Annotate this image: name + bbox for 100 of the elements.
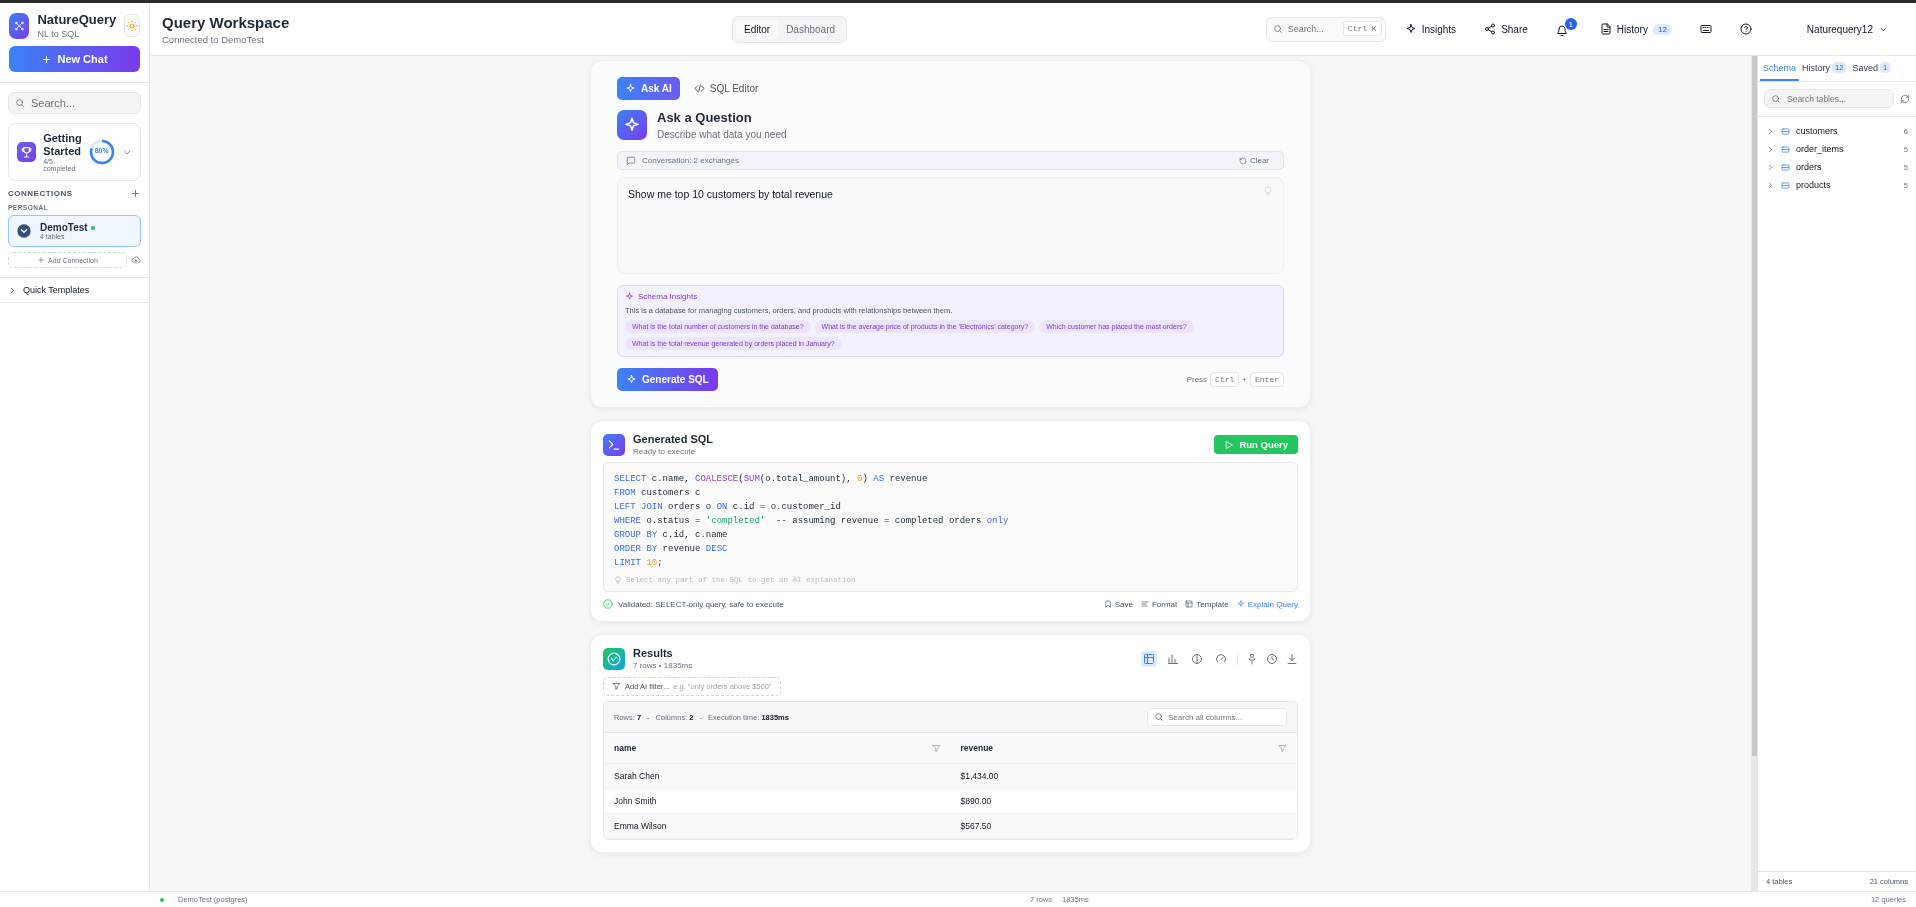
conversation-count: Conversation: 2 exchanges bbox=[642, 156, 739, 165]
column-header[interactable]: name bbox=[604, 733, 951, 763]
save-button[interactable]: Save bbox=[1103, 599, 1133, 609]
pin-icon bbox=[1246, 652, 1258, 665]
connection-name: DemoTest bbox=[40, 222, 88, 233]
table-view-button[interactable] bbox=[1141, 650, 1157, 667]
sparkle-icon bbox=[626, 374, 637, 385]
code-icon bbox=[693, 83, 705, 94]
page-title: Query Workspace bbox=[162, 13, 291, 31]
lightbulb-icon bbox=[1263, 186, 1273, 196]
user-menu[interactable]: Naturequery12 bbox=[1800, 22, 1894, 36]
sql-code-editor[interactable] bbox=[603, 462, 1298, 592]
share-icon bbox=[1484, 23, 1497, 35]
table-cell-text: $1,434.00 bbox=[959, 770, 1000, 783]
code-line: WHERE o.status = 'completed' -- assuming revenue = completed orders only bbox=[614, 515, 1010, 528]
card-title: Results bbox=[633, 647, 674, 659]
sparkle-icon bbox=[625, 292, 634, 301]
notifications-button[interactable]: 1 bbox=[1549, 17, 1578, 41]
share-button[interactable]: Share bbox=[1478, 19, 1534, 39]
explain-query-link[interactable]: Explain Query bbox=[1236, 599, 1298, 609]
history-button[interactable]: History 12 bbox=[1593, 19, 1678, 39]
code-line: ORDER BY revenue DESC bbox=[614, 543, 729, 556]
view-tab[interactable]: Editor bbox=[736, 19, 779, 39]
table-cell-text: $890.00 bbox=[959, 795, 993, 808]
table-icon bbox=[1143, 652, 1155, 665]
mode-tab[interactable]: SQL Editor bbox=[685, 77, 767, 100]
card-subtitle: 7 rows • 1835ms bbox=[633, 661, 693, 670]
question-text: Show me top 10 customers by total revenue bbox=[628, 188, 834, 200]
filter-icon bbox=[1278, 743, 1287, 753]
table-search-field[interactable]: Search tables... bbox=[1764, 89, 1894, 108]
search-icon bbox=[15, 98, 25, 108]
brand-name: NatureQuery bbox=[37, 12, 117, 27]
clear-button[interactable]: Clear bbox=[1232, 155, 1275, 166]
column-name: revenue bbox=[960, 743, 994, 753]
plus-sign: + bbox=[1242, 375, 1247, 384]
question-input[interactable]: Show me top 10 customers by total revenue bbox=[617, 177, 1284, 274]
search-icon bbox=[1154, 712, 1164, 722]
format-button[interactable]: Format bbox=[1140, 599, 1178, 609]
page-subtitle: Connected to DemoTest bbox=[162, 33, 265, 45]
chevron-right-icon bbox=[8, 285, 17, 295]
quick-templates-toggle[interactable]: Quick Templates bbox=[0, 277, 149, 303]
column-header[interactable]: revenue bbox=[950, 733, 1297, 763]
sparkle-icon bbox=[617, 110, 647, 140]
insights-title: Schema Insights bbox=[638, 292, 698, 301]
quick-templates-label: Quick Templates bbox=[23, 285, 90, 295]
pie-chart-icon bbox=[1191, 652, 1203, 665]
table-icon bbox=[1781, 162, 1790, 172]
template-button[interactable]: Template bbox=[1185, 599, 1229, 609]
lines-icon bbox=[1140, 600, 1149, 608]
code-line: FROM customers c bbox=[614, 487, 702, 500]
play-icon bbox=[1224, 439, 1235, 450]
table-icon bbox=[1781, 144, 1790, 154]
insights-button[interactable]: Insights bbox=[1398, 19, 1463, 39]
column-name: name bbox=[614, 743, 637, 753]
search-icon bbox=[1771, 93, 1781, 104]
clock-icon bbox=[1266, 652, 1278, 665]
table-cell-text: $567.50 bbox=[959, 820, 993, 833]
shortcut-hint: Ctrl K bbox=[1342, 21, 1382, 36]
bookmark-icon bbox=[1103, 600, 1112, 608]
help-icon bbox=[1739, 23, 1752, 35]
table-icon bbox=[1781, 180, 1790, 190]
view-tab[interactable]: Dashboard bbox=[778, 19, 844, 39]
table-cell-text: Emma Wilson bbox=[613, 820, 668, 833]
plus-icon bbox=[41, 53, 53, 65]
generate-sql-button[interactable]: Generate SQL bbox=[617, 368, 718, 391]
refresh-icon bbox=[1900, 93, 1910, 104]
plus-icon bbox=[37, 256, 46, 264]
download-icon bbox=[1286, 652, 1298, 665]
card-subtitle: Describe what data you need bbox=[657, 129, 787, 140]
brand-tagline: NL to SQL bbox=[37, 29, 81, 39]
layout-icon bbox=[1185, 600, 1194, 608]
table-name: customers bbox=[1796, 126, 1839, 136]
connection-dot bbox=[160, 897, 164, 902]
filter-icon bbox=[612, 682, 621, 691]
table-search-field[interactable]: Search all columns... bbox=[1147, 708, 1287, 726]
theme-toggle-button[interactable] bbox=[124, 14, 140, 37]
search-field[interactable]: Search... bbox=[8, 92, 141, 114]
bar-chart-icon bbox=[1167, 652, 1179, 665]
new-chat-button[interactable]: New Chat bbox=[9, 46, 140, 72]
card-title: Generated SQL bbox=[633, 433, 714, 445]
terminal-icon bbox=[603, 433, 625, 456]
table-name: products bbox=[1796, 180, 1832, 190]
table-name: orders bbox=[1796, 162, 1823, 172]
getting-started-title: Getting Started bbox=[43, 132, 82, 158]
code-line: SELECT c.name, COALESCE(SUM(o.total_amount), 0) AS revenue bbox=[614, 473, 929, 486]
document-icon bbox=[1599, 23, 1612, 35]
hint-text: Press bbox=[1186, 375, 1208, 384]
validation-message: Validated: SELECT-only query, safe to execute bbox=[618, 599, 784, 609]
key-cap: Enter bbox=[1250, 372, 1284, 387]
search-icon bbox=[1272, 24, 1283, 34]
chat-bubble-icon bbox=[626, 155, 636, 166]
section-heading: CONNECTIONS bbox=[8, 189, 73, 198]
mode-tab[interactable]: Ask AI bbox=[617, 77, 680, 100]
lightbulb-icon bbox=[614, 576, 622, 584]
card-title: Ask a Question bbox=[657, 110, 753, 125]
plus-icon bbox=[130, 188, 141, 199]
rotate-icon bbox=[1238, 156, 1247, 165]
table-name: order_items bbox=[1796, 144, 1845, 154]
panel-tab[interactable]: Schema bbox=[1760, 56, 1800, 81]
key-cap: Ctrl bbox=[1210, 372, 1240, 387]
